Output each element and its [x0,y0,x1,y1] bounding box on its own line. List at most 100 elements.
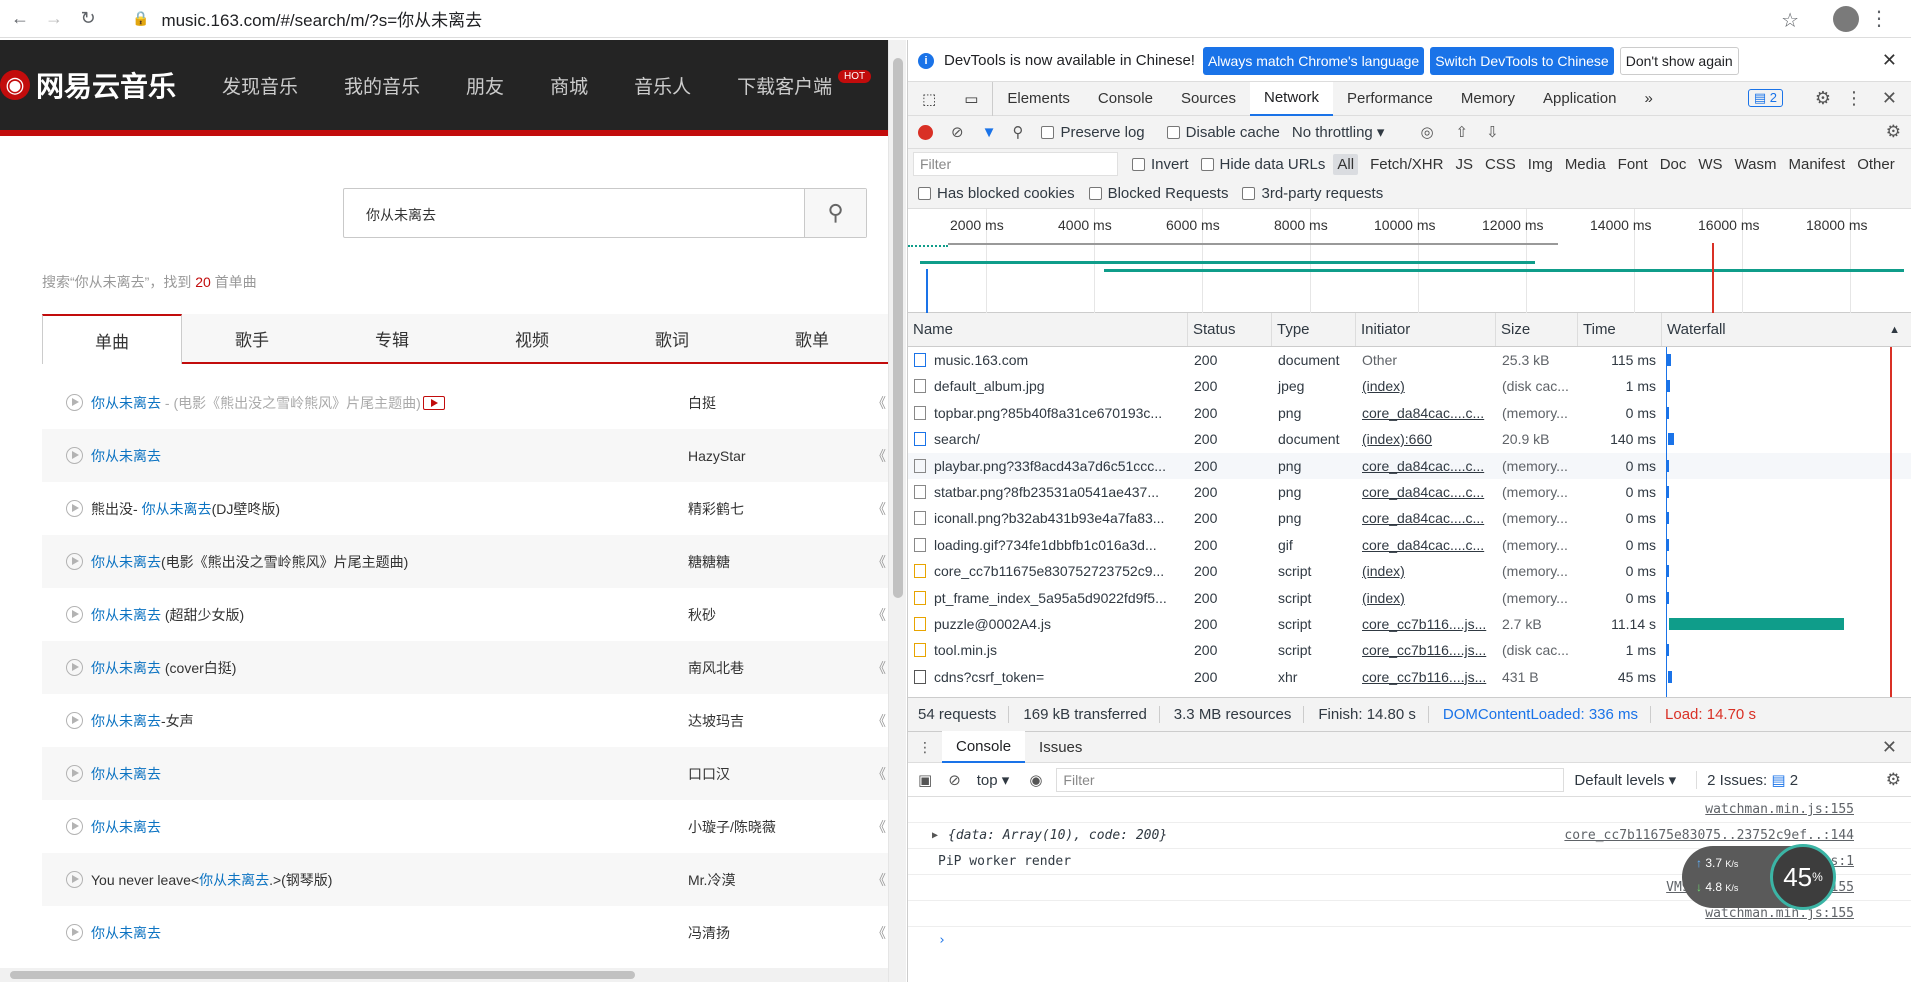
request-initiator[interactable]: (index) [1356,558,1496,584]
request-initiator[interactable]: core_da84cac....c... [1356,479,1496,505]
filter-wasm[interactable]: Wasm [1735,156,1777,173]
tab-performance[interactable]: Performance [1333,82,1447,116]
source-link[interactable]: watchman.min.js:155 [1705,906,1854,921]
drawer-menu-icon[interactable]: ⋮ [908,739,942,756]
song-title[interactable]: 你从未离去 (cover白挺) [91,658,236,678]
nav-download[interactable]: 下载客户端 [737,72,832,99]
site-logo[interactable]: ◉ 网易云音乐 [0,65,176,105]
song-album[interactable]: 《 [872,499,886,519]
address-bar[interactable]: 🔒 music.163.com/#/search/m/?s=你从未离去 [132,6,482,31]
close-drawer-icon[interactable]: ✕ [1882,737,1897,758]
nav-musician[interactable]: 音乐人 [634,72,691,99]
table-row[interactable]: pt_frame_index_5a95a5d9022fd9f5... 200 scr… [908,585,1911,611]
song-artist[interactable]: 小璇子/陈晓薇 [688,817,776,837]
source-link[interactable]: core_cc7b11675e83075..23752c9ef..:144 [1564,828,1854,843]
table-row[interactable]: statbar.png?8fb23531a0541ae437... 200 png c… [908,479,1911,505]
request-name[interactable]: iconall.png?b32ab431b93e4a7fa83... [934,510,1164,526]
request-name[interactable]: playbar.png?33f8acd43a7d6c51ccc... [934,458,1166,474]
song-artist[interactable]: 秋砂 [688,605,716,625]
filter-css[interactable]: CSS [1485,156,1516,173]
reload-icon[interactable]: ↻ [74,5,102,33]
play-icon[interactable] [66,606,83,623]
song-artist[interactable]: Mr.冷漠 [688,870,735,890]
song-title[interactable]: 你从未离去(电影《熊出没之雪岭熊风》片尾主题曲) [91,552,408,572]
tab-console[interactable]: Console [1084,82,1167,116]
console-settings-icon[interactable]: ⚙ [1886,770,1901,790]
tab-artists[interactable]: 歌手 [182,314,322,362]
tab-lyrics[interactable]: 歌词 [602,314,742,362]
bookmark-star-icon[interactable]: ☆ [1781,8,1799,33]
request-initiator[interactable]: core_cc7b116....js... [1356,637,1496,663]
expand-arrow-icon[interactable]: ▶ [932,830,938,841]
request-name[interactable]: default_album.jpg [934,378,1045,394]
play-icon[interactable] [66,924,83,941]
request-initiator[interactable]: core_cc7b116....js... [1356,611,1496,637]
console-prompt[interactable]: › [908,927,1911,953]
request-initiator[interactable]: (index) [1356,373,1496,399]
issues-counter[interactable]: ▤ 2 [1747,89,1783,107]
console-issues-button[interactable]: 2 Issues: ▤ 2 [1696,770,1798,789]
table-row[interactable]: cdns?csrf_token= 200 xhr core_cc7b116....js… [908,664,1911,690]
import-har-icon[interactable]: ⇧ [1456,123,1469,141]
request-initiator[interactable]: Other [1356,347,1496,373]
tab-network[interactable]: Network [1249,81,1333,116]
filter-js[interactable]: JS [1455,156,1473,173]
table-row[interactable]: loading.gif?734fe1dbbfb1c016a3d... 200 gif… [908,532,1911,558]
clear-icon[interactable]: ⊘ [951,123,964,141]
song-title[interactable]: 你从未离去 [91,817,161,837]
song-artist[interactable]: 糖糖糖 [688,552,730,572]
song-album[interactable]: 《 [872,817,886,837]
play-icon[interactable] [66,871,83,888]
song-title[interactable]: 你从未离去 (超甜少女版) [91,605,244,625]
tab-playlists[interactable]: 歌单 [742,314,882,362]
song-title[interactable]: 熊出没- 你从未离去(DJ壁咚版) [91,499,280,519]
table-row[interactable]: iconall.png?b32ab431b93e4a7fa83... 200 png… [908,505,1911,531]
song-album[interactable]: 《 [872,711,886,731]
match-language-button[interactable]: Always match Chrome's language [1202,46,1425,75]
filter-fetch-xhr[interactable]: Fetch/XHR [1370,156,1443,173]
play-icon[interactable] [66,500,83,517]
nav-discover[interactable]: 发现音乐 [222,72,298,99]
settings-gear-icon[interactable]: ⚙ [1815,88,1831,109]
request-name[interactable]: topbar.png?85b40f8a31ce670193c... [934,405,1162,421]
song-album[interactable]: 《 [872,658,886,678]
request-name[interactable]: cdns?csrf_token= [934,669,1044,685]
song-title[interactable]: 你从未离去 - (电影《熊出没之雪岭熊风》片尾主题曲) [91,393,421,413]
live-expression-eye-icon[interactable]: ◉ [1029,771,1042,789]
column-waterfall[interactable]: Waterfall ▲ [1662,313,1911,346]
song-artist[interactable]: 精彩鹤七 [688,499,744,519]
blocked-requests-checkbox[interactable] [1088,187,1102,200]
nav-friends[interactable]: 朋友 [466,72,504,99]
request-initiator[interactable]: core_cc7b116....js... [1356,664,1496,690]
play-icon[interactable] [66,818,83,835]
back-icon[interactable]: ← [6,5,34,33]
preserve-log-checkbox[interactable] [1041,125,1055,139]
request-name[interactable]: puzzle@0002A4.js [934,616,1051,632]
play-icon[interactable] [66,447,83,464]
export-har-icon[interactable]: ⇩ [1486,123,1499,141]
table-row[interactable]: topbar.png?85b40f8a31ce670193c... 200 png c… [908,400,1911,426]
request-name[interactable]: music.163.com [934,352,1028,368]
play-icon[interactable] [66,765,83,782]
column-time[interactable]: Time [1578,313,1662,346]
tab-application[interactable]: Application [1529,82,1630,116]
filter-icon[interactable]: ▼ [982,124,997,141]
close-icon[interactable]: ✕ [1882,50,1897,71]
play-icon[interactable] [66,553,83,570]
filter-img[interactable]: Img [1528,156,1553,173]
song-title[interactable]: 你从未离去 [91,446,161,466]
play-icon[interactable] [66,394,83,411]
hide-data-urls-checkbox[interactable] [1200,157,1214,171]
search-input[interactable]: 你从未离去 ⚲ [343,188,867,238]
play-icon[interactable] [66,712,83,729]
request-initiator[interactable]: core_da84cac....c... [1356,453,1496,479]
filter-font[interactable]: Font [1618,156,1648,173]
request-name[interactable]: statbar.png?8fb23531a0541ae437... [934,484,1159,500]
tab-songs[interactable]: 单曲 [42,314,182,364]
song-album[interactable]: 《 [872,446,886,466]
record-icon[interactable] [918,124,933,140]
filter-other[interactable]: Other [1857,156,1895,173]
request-initiator[interactable]: core_da84cac....c... [1356,505,1496,531]
table-row[interactable]: search/200 document (index):660 20.9 kB 140 … [908,426,1911,452]
request-name[interactable]: tool.min.js [934,642,997,658]
